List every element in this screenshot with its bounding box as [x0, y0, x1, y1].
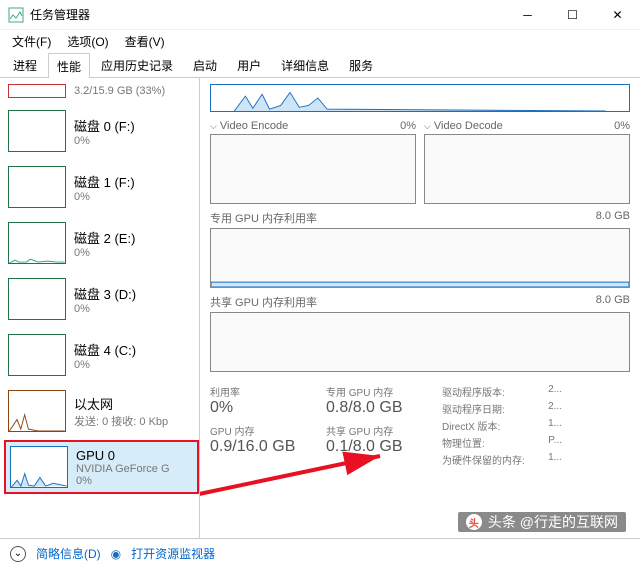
- stats: 利用率 0% GPU 内存 0.9/16.0 GB 专用 GPU 内存 0.8/…: [210, 384, 630, 467]
- content: 3.2/15.9 GB (33%) 磁盘 0 (F:)0% 磁盘 1 (F:)0…: [0, 78, 640, 538]
- chart-video-encode: ⌵ Video Encode0%: [210, 120, 416, 204]
- resource-monitor-link[interactable]: 打开资源监视器: [131, 545, 215, 562]
- chart-video-decode: ⌵ Video Decode0%: [424, 120, 630, 204]
- sidebar-label: 3.2/15.9 GB (33%): [74, 85, 165, 97]
- menu-options[interactable]: 选项(O): [61, 31, 114, 52]
- sidebar-label: 磁盘 3 (D:): [74, 284, 136, 303]
- window-title: 任务管理器: [30, 6, 505, 23]
- driver-info: 驱动程序版本:2... 驱动程序日期:2... DirectX 版本:1... …: [442, 384, 562, 467]
- footer: ⌄ 简略信息(D) ◉ 打开资源监视器: [0, 538, 640, 568]
- stat-shared-value: 0.1/8.0 GB: [326, 438, 418, 456]
- thumb-gpu: [10, 446, 68, 488]
- sidebar-item-disk2[interactable]: 磁盘 2 (E:)0%: [4, 216, 199, 270]
- thumb-disk: [8, 278, 66, 320]
- stat-util-value: 0%: [210, 399, 302, 417]
- sidebar-item-disk0[interactable]: 磁盘 0 (F:)0%: [4, 104, 199, 158]
- sidebar-label: 磁盘 0 (F:): [74, 116, 135, 135]
- minimize-button[interactable]: ─: [505, 0, 550, 30]
- thumb-memory: [8, 84, 66, 98]
- chart-dedicated-gpu-mem: 专用 GPU 内存利用率8.0 GB: [210, 210, 630, 288]
- sidebar-label: 磁盘 1 (F:): [74, 172, 135, 191]
- chart-shared-gpu-mem: 共享 GPU 内存利用率8.0 GB: [210, 294, 630, 372]
- sidebar-label: 磁盘 4 (C:): [74, 340, 136, 359]
- collapse-icon[interactable]: ⌄: [10, 546, 26, 562]
- thumb-disk: [8, 334, 66, 376]
- sidebar-label: GPU 0: [76, 448, 170, 463]
- main-panel: ⌵ Video Encode0% ⌵ Video Decode0% 专用 GPU…: [200, 78, 640, 538]
- sidebar-label: 以太网: [74, 394, 168, 413]
- thumb-ethernet: [8, 390, 66, 432]
- tab-services[interactable]: 服务: [340, 52, 382, 77]
- sidebar-item-disk1[interactable]: 磁盘 1 (F:)0%: [4, 160, 199, 214]
- thumb-disk: [8, 110, 66, 152]
- maximize-button[interactable]: ☐: [550, 0, 595, 30]
- sidebar-item-ethernet[interactable]: 以太网发送: 0 接收: 0 Kbp: [4, 384, 199, 438]
- sidebar-item-disk3[interactable]: 磁盘 3 (D:)0%: [4, 272, 199, 326]
- stat-dedicated-value: 0.8/8.0 GB: [326, 399, 418, 417]
- stat-gpumem-label: GPU 内存: [210, 423, 302, 438]
- sidebar-item-memory[interactable]: 3.2/15.9 GB (33%): [4, 80, 199, 102]
- stat-gpumem-value: 0.9/16.0 GB: [210, 438, 302, 456]
- tab-details[interactable]: 详细信息: [272, 52, 338, 77]
- chevron-down-icon[interactable]: ⌵: [424, 121, 431, 131]
- tab-users[interactable]: 用户: [228, 52, 270, 77]
- close-button[interactable]: ✕: [595, 0, 640, 30]
- app-icon: [8, 7, 24, 23]
- stat-dedicated-label: 专用 GPU 内存: [326, 384, 418, 399]
- tab-processes[interactable]: 进程: [4, 52, 46, 77]
- sidebar-item-disk4[interactable]: 磁盘 4 (C:)0%: [4, 328, 199, 382]
- stat-shared-label: 共享 GPU 内存: [326, 423, 418, 438]
- tab-startup[interactable]: 启动: [184, 52, 226, 77]
- tab-app-history[interactable]: 应用历史记录: [92, 52, 182, 77]
- menu-file[interactable]: 文件(F): [6, 31, 57, 52]
- chevron-down-icon[interactable]: ⌵: [210, 121, 217, 131]
- sidebar-label: 磁盘 2 (E:): [74, 228, 135, 247]
- sidebar-item-gpu0[interactable]: GPU 0NVIDIA GeForce G0%: [4, 440, 199, 494]
- brief-info-link[interactable]: 简略信息(D): [36, 545, 101, 562]
- watermark-logo-icon: 头: [466, 514, 482, 530]
- thumb-disk: [8, 222, 66, 264]
- menu-view[interactable]: 查看(V): [119, 31, 171, 52]
- tabs: 进程 性能 应用历史记录 启动 用户 详细信息 服务: [0, 52, 640, 78]
- stat-util-label: 利用率: [210, 384, 302, 399]
- tab-performance[interactable]: 性能: [48, 53, 90, 78]
- thumb-disk: [8, 166, 66, 208]
- titlebar: 任务管理器 ─ ☐ ✕: [0, 0, 640, 30]
- menubar: 文件(F) 选项(O) 查看(V): [0, 30, 640, 52]
- sidebar: 3.2/15.9 GB (33%) 磁盘 0 (F:)0% 磁盘 1 (F:)0…: [0, 78, 200, 538]
- watermark: 头 头条 @行走的互联网: [458, 512, 626, 532]
- monitor-icon: ◉: [111, 547, 121, 561]
- chart-3d: [210, 84, 630, 112]
